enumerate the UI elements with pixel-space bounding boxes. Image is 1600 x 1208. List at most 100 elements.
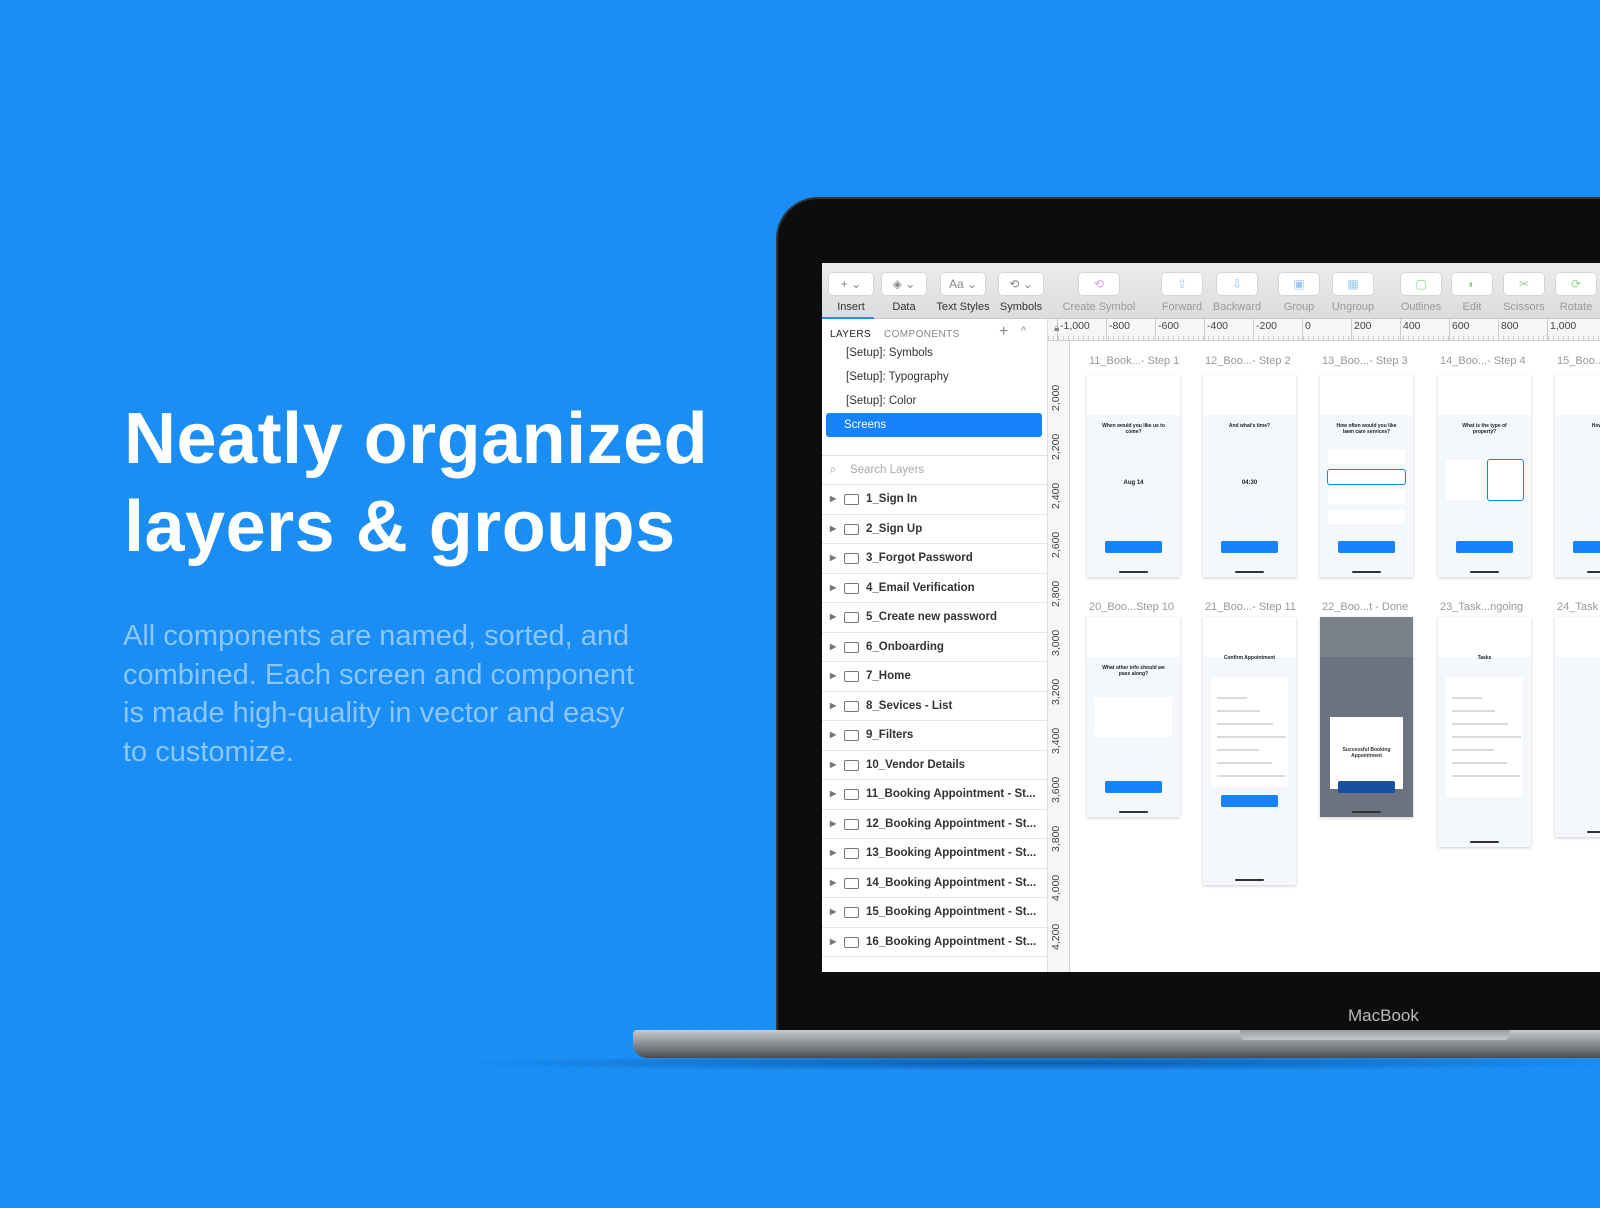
artboard-header <box>1087 375 1180 415</box>
disclosure-triangle-icon[interactable]: ▶ <box>830 544 836 572</box>
layer-row[interactable]: ▶ 1_Sign In <box>822 485 1048 515</box>
layer-row[interactable]: ▶ 11_Booking Appointment - St... <box>822 780 1048 810</box>
layer-row[interactable]: ▶ 3_Forgot Password <box>822 544 1048 574</box>
page-item[interactable]: [Setup]: Color <box>846 395 916 407</box>
page-item-selected[interactable]: Screens <box>826 413 1042 437</box>
hero-title-line-2: layers & groups <box>124 487 676 567</box>
disclosure-triangle-icon[interactable]: ▶ <box>830 898 836 926</box>
layer-row[interactable]: ▶ 12_Booking Appointment - St... <box>822 810 1048 839</box>
layer-row[interactable]: ▶ 8_Sevices - List <box>822 692 1048 721</box>
toolbar-label: Edit <box>1462 301 1482 313</box>
backward-button[interactable]: ⇩ <box>1217 273 1257 295</box>
primary-button[interactable] <box>1105 781 1162 793</box>
artboard-title[interactable]: 14_Boo...- Step 4 <box>1440 355 1526 367</box>
disclosure-triangle-icon[interactable]: ▶ <box>830 574 836 602</box>
layer-row[interactable]: ▶ 15_Booking Appointment - St... <box>822 898 1048 928</box>
artboard-header <box>1203 617 1296 657</box>
disclosure-triangle-icon[interactable]: ▶ <box>830 928 836 956</box>
primary-button[interactable] <box>1221 795 1278 807</box>
collapse-chevron-icon[interactable]: ^ <box>1021 325 1026 337</box>
disclosure-triangle-icon[interactable]: ▶ <box>830 603 836 631</box>
artboard[interactable]: How big <box>1555 375 1600 577</box>
artboard[interactable]: What other info should we pass along? <box>1087 617 1180 817</box>
scissors-button[interactable]: ✂ <box>1504 273 1544 295</box>
artboard[interactable] <box>1555 617 1600 837</box>
primary-button[interactable] <box>1338 541 1395 553</box>
edit-icon: ◐ <box>1468 277 1476 291</box>
artboard[interactable]: And what's time? 04:30 <box>1203 375 1296 577</box>
primary-button[interactable] <box>1221 541 1278 553</box>
disclosure-triangle-icon[interactable]: ▶ <box>830 810 836 838</box>
toolbar-label: Text Styles <box>936 301 990 313</box>
disclosure-triangle-icon[interactable]: ▶ <box>830 515 836 543</box>
disclosure-triangle-icon[interactable]: ▶ <box>830 662 836 690</box>
artboard-title[interactable]: 22_Boo...t - Done <box>1322 601 1408 613</box>
layer-row[interactable]: ▶ 6_Onboarding <box>822 633 1048 662</box>
ruler-label: -800 <box>1109 320 1131 332</box>
artboard-title[interactable]: 23_Task...ngoing <box>1440 601 1523 613</box>
tab-components[interactable]: COMPONENTS <box>884 329 960 340</box>
group-button[interactable]: ▣ <box>1279 273 1319 295</box>
laptop-brand-label: MacBook <box>1348 1006 1419 1025</box>
ruler-label: 200 <box>1354 320 1372 332</box>
canvas[interactable]: 11_Book...- Step 1 When would you like us… <box>1070 341 1600 972</box>
artboard[interactable]: Successful Booking Appointment <box>1320 617 1413 817</box>
data-button[interactable]: ◈ ⌄ <box>882 273 926 295</box>
artboard-title[interactable]: 15_Boo... <box>1557 355 1600 367</box>
ungroup-button[interactable]: ▦ <box>1333 273 1373 295</box>
disclosure-triangle-icon[interactable]: ▶ <box>830 780 836 808</box>
toolbar-label: Backward <box>1212 301 1262 313</box>
symbols-button[interactable]: ⟲ ⌄ <box>999 273 1043 295</box>
disclosure-triangle-icon[interactable]: ▶ <box>830 692 836 720</box>
artboard-title[interactable]: 13_Boo...- Step 3 <box>1322 355 1408 367</box>
forward-button[interactable]: ⇧ <box>1162 273 1202 295</box>
artboard[interactable]: Confirm Appointment <box>1203 617 1296 885</box>
primary-button[interactable] <box>1105 541 1162 553</box>
disclosure-triangle-icon[interactable]: ▶ <box>830 633 836 661</box>
data-stack-icon: ◈ ⌄ <box>892 277 916 291</box>
artboard[interactable]: When would you like us to come? Aug 14 <box>1087 375 1180 577</box>
layer-row[interactable]: ▶ 14_Booking Appointment - St... <box>822 869 1048 898</box>
artboard-title[interactable]: 12_Boo...- Step 2 <box>1205 355 1291 367</box>
artboard-icon <box>844 700 859 712</box>
layer-row[interactable]: ▶ 7_Home <box>822 662 1048 692</box>
create-symbol-button[interactable]: ⟲ <box>1079 273 1119 295</box>
ruler-label: 4,000 <box>1050 874 1062 901</box>
insert-button[interactable]: + ⌄ <box>829 273 873 295</box>
disclosure-triangle-icon[interactable]: ▶ <box>830 751 836 779</box>
artboard-title[interactable]: 11_Book...- Step 1 <box>1089 355 1179 367</box>
disclosure-triangle-icon[interactable]: ▶ <box>830 839 836 867</box>
artboard-title[interactable]: 24_Task <box>1557 601 1598 613</box>
primary-button[interactable] <box>1456 541 1513 553</box>
page-item[interactable]: [Setup]: Typography <box>846 371 949 383</box>
page-item[interactable]: [Setup]: Symbols <box>846 347 933 359</box>
text-styles-button[interactable]: Aa ⌄ <box>941 273 985 295</box>
layer-row[interactable]: ▶ 4_Email Verification <box>822 574 1048 603</box>
disclosure-triangle-icon[interactable]: ▶ <box>830 869 836 897</box>
text-line <box>1217 749 1259 751</box>
disclosure-triangle-icon[interactable]: ▶ <box>830 721 836 749</box>
primary-button[interactable] <box>1573 541 1600 553</box>
layer-row[interactable]: ▶ 9_Filters <box>822 721 1048 751</box>
layer-row[interactable]: ▶ 2_Sign Up <box>822 515 1048 544</box>
artboard[interactable]: What is the type of property? <box>1438 375 1531 577</box>
artboard-heading: How big <box>1591 423 1600 429</box>
edit-button[interactable]: ◐ <box>1452 273 1492 295</box>
laptop-notch <box>1240 1030 1510 1040</box>
disclosure-triangle-icon[interactable]: ▶ <box>830 485 836 513</box>
search-layers-input[interactable]: ⌕ Search Layers <box>822 455 1048 485</box>
layer-row[interactable]: ▶ 13_Booking Appointment - St... <box>822 839 1048 869</box>
primary-button[interactable] <box>1338 781 1395 793</box>
artboard-title[interactable]: 21_Boo...- Step 11 <box>1205 601 1296 613</box>
artboard-title[interactable]: 20_Boo...Step 10 <box>1089 601 1174 613</box>
layer-row[interactable]: ▶ 5_Create new password <box>822 603 1048 633</box>
lock-icon[interactable]: 🔒︎ <box>1054 323 1059 334</box>
artboard[interactable]: Tasks <box>1438 617 1531 847</box>
add-page-icon[interactable]: + <box>999 323 1008 341</box>
outlines-button[interactable]: ▢ <box>1401 273 1441 295</box>
layer-row[interactable]: ▶ 10_Vendor Details <box>822 751 1048 780</box>
artboard[interactable]: How often would you like lawn care servi… <box>1320 375 1413 577</box>
tab-layers[interactable]: LAYERS <box>830 329 871 340</box>
rotate-button[interactable]: ⟳ <box>1556 273 1596 295</box>
layer-row[interactable]: ▶ 16_Booking Appointment - St... <box>822 928 1048 957</box>
